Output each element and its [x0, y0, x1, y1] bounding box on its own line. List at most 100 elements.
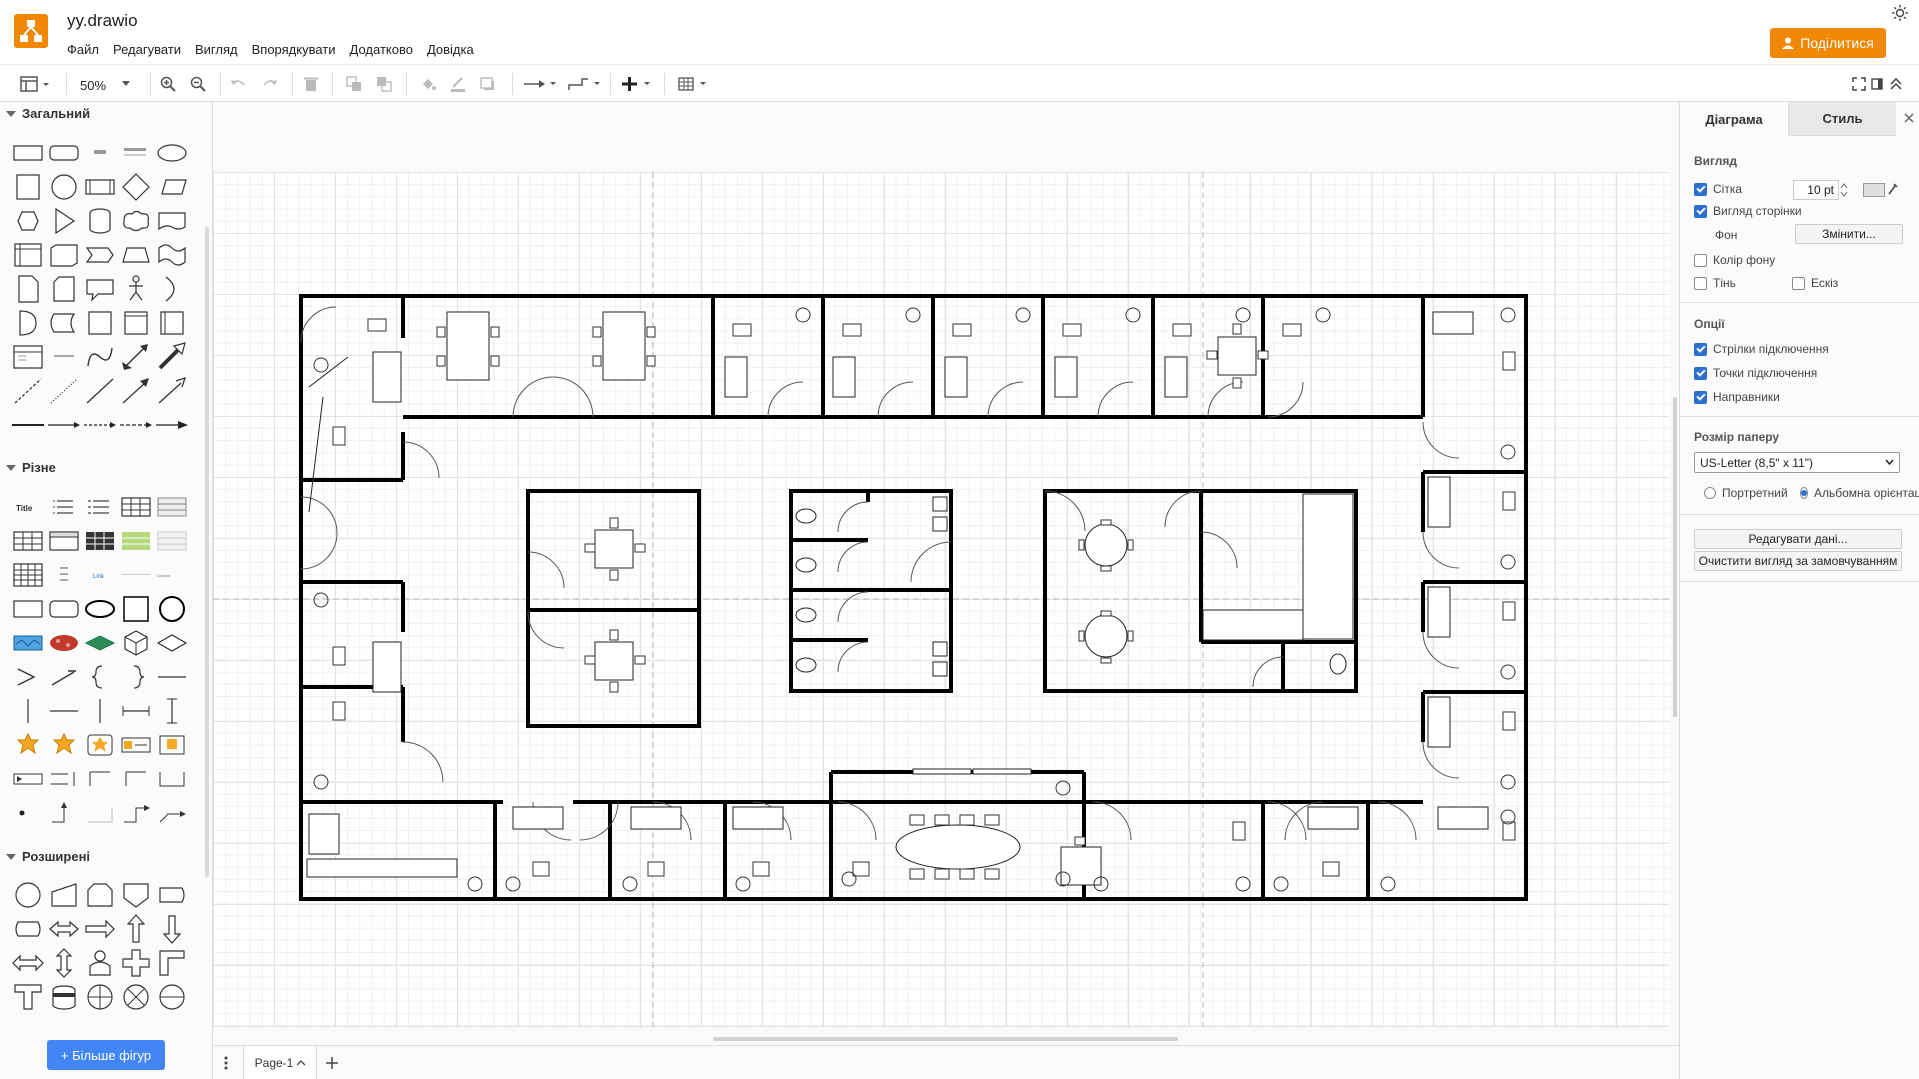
table-icon[interactable]	[678, 73, 712, 95]
canvas-horizontal-scrollbar[interactable]	[713, 1037, 1178, 1041]
advanced-shape[interactable]	[118, 946, 154, 980]
to-front-icon[interactable]	[346, 73, 362, 95]
misc-shape[interactable]	[82, 626, 118, 660]
shadow-option[interactable]: Тінь	[1694, 276, 1736, 290]
undo-icon[interactable]	[230, 73, 246, 95]
misc-shape[interactable]	[82, 524, 118, 558]
page-tab-1[interactable]: Page-1	[243, 1046, 317, 1079]
misc-shape[interactable]: Link	[82, 558, 118, 592]
sketch-option[interactable]: Ескіз	[1792, 276, 1838, 290]
advanced-shape[interactable]	[154, 980, 190, 1014]
misc-shape[interactable]	[118, 762, 154, 796]
misc-shape[interactable]	[154, 728, 190, 762]
stepper-icon[interactable]	[1840, 182, 1848, 198]
fill-color-icon[interactable]	[420, 73, 436, 95]
bg-color-checkbox[interactable]	[1694, 253, 1707, 267]
page-view-checkbox[interactable]	[1694, 204, 1707, 218]
canvas-vertical-scrollbar[interactable]	[1673, 397, 1677, 717]
advanced-shape[interactable]	[46, 878, 82, 912]
bg-color-option[interactable]: Колір фону	[1694, 253, 1775, 267]
misc-shape[interactable]	[154, 796, 190, 830]
general-shape[interactable]	[154, 340, 190, 374]
misc-shape[interactable]	[10, 660, 46, 694]
sun-icon[interactable]	[1892, 5, 1908, 21]
general-shape[interactable]	[46, 170, 82, 204]
grid-color-swatch[interactable]	[1863, 183, 1885, 197]
misc-shape[interactable]	[46, 592, 82, 626]
edit-data-button[interactable]: Редагувати дані...	[1694, 529, 1902, 549]
format-panel-icon[interactable]	[20, 73, 54, 95]
misc-shape[interactable]	[118, 660, 154, 694]
advanced-shape[interactable]	[46, 980, 82, 1014]
advanced-shape[interactable]	[118, 980, 154, 1014]
advanced-shape[interactable]	[10, 878, 46, 912]
misc-shape[interactable]: Title	[10, 490, 46, 524]
connection-icon[interactable]	[524, 73, 558, 95]
connection-arrows-checkbox[interactable]	[1694, 342, 1707, 356]
misc-shape[interactable]	[82, 592, 118, 626]
zoom-in-icon[interactable]	[160, 73, 176, 95]
misc-shape[interactable]	[46, 728, 82, 762]
misc-shape[interactable]	[46, 762, 82, 796]
general-shape[interactable]	[82, 272, 118, 306]
general-shape[interactable]	[10, 272, 46, 306]
misc-shape[interactable]	[82, 490, 118, 524]
misc-shape[interactable]	[118, 694, 154, 728]
menu-extras[interactable]: Додатково	[350, 42, 413, 57]
advanced-shape[interactable]	[82, 946, 118, 980]
misc-shape[interactable]	[118, 592, 154, 626]
advanced-shape[interactable]	[82, 980, 118, 1014]
menu-arrange[interactable]: Впорядкувати	[252, 42, 336, 57]
redo-icon[interactable]	[262, 73, 278, 95]
misc-shape[interactable]	[118, 796, 154, 830]
advanced-shape[interactable]	[154, 912, 190, 946]
misc-shape[interactable]	[82, 762, 118, 796]
collapse-icon[interactable]	[1890, 73, 1902, 95]
close-icon[interactable]	[1902, 111, 1916, 125]
page-view-option[interactable]: Вигляд сторінки	[1694, 204, 1802, 218]
sketch-checkbox[interactable]	[1792, 276, 1805, 290]
general-shape[interactable]	[10, 306, 46, 340]
misc-shape[interactable]	[10, 796, 46, 830]
waypoints-icon[interactable]	[568, 73, 602, 95]
menu-view[interactable]: Вигляд	[195, 42, 238, 57]
misc-shape[interactable]	[46, 626, 82, 660]
connection-arrows-option[interactable]: Стрілки підключення	[1694, 342, 1829, 356]
misc-shape[interactable]	[46, 558, 82, 592]
general-shape[interactable]	[154, 238, 190, 272]
misc-shape[interactable]	[154, 524, 190, 558]
office-floorplan[interactable]	[213, 102, 1669, 1042]
eyedropper-icon[interactable]	[1887, 182, 1899, 196]
misc-shape[interactable]	[10, 626, 46, 660]
advanced-shape[interactable]	[46, 912, 82, 946]
misc-shape[interactable]	[82, 796, 118, 830]
misc-shape[interactable]	[46, 660, 82, 694]
misc-shape[interactable]	[118, 558, 154, 592]
misc-shape[interactable]	[10, 728, 46, 762]
clear-default-style-button[interactable]: Очистити вигляд за замовчуванням	[1694, 551, 1902, 571]
general-shape[interactable]	[10, 136, 46, 170]
general-shape[interactable]	[154, 306, 190, 340]
general-shape[interactable]	[118, 340, 154, 374]
general-shape[interactable]	[154, 374, 190, 408]
misc-shape[interactable]	[154, 694, 190, 728]
general-shape[interactable]	[82, 340, 118, 374]
general-shape[interactable]	[154, 136, 190, 170]
shadow-checkbox[interactable]	[1694, 276, 1707, 290]
connection-points-option[interactable]: Точки підключення	[1694, 366, 1817, 380]
split-panel-icon[interactable]	[1871, 73, 1883, 95]
misc-shape[interactable]	[10, 592, 46, 626]
change-background-button[interactable]: Змінити...	[1795, 224, 1903, 244]
general-shape[interactable]	[118, 238, 154, 272]
menu-file[interactable]: Файл	[67, 42, 99, 57]
portrait-option[interactable]: Портретний	[1704, 486, 1788, 500]
advanced-shape[interactable]	[118, 912, 154, 946]
general-shape[interactable]	[10, 170, 46, 204]
section-misc[interactable]: Різне	[6, 460, 56, 475]
misc-shape[interactable]	[154, 626, 190, 660]
general-shape[interactable]	[10, 204, 46, 238]
shadow-icon[interactable]	[480, 73, 496, 95]
misc-shape[interactable]	[10, 558, 46, 592]
general-shape[interactable]	[118, 272, 154, 306]
advanced-shape[interactable]	[46, 946, 82, 980]
